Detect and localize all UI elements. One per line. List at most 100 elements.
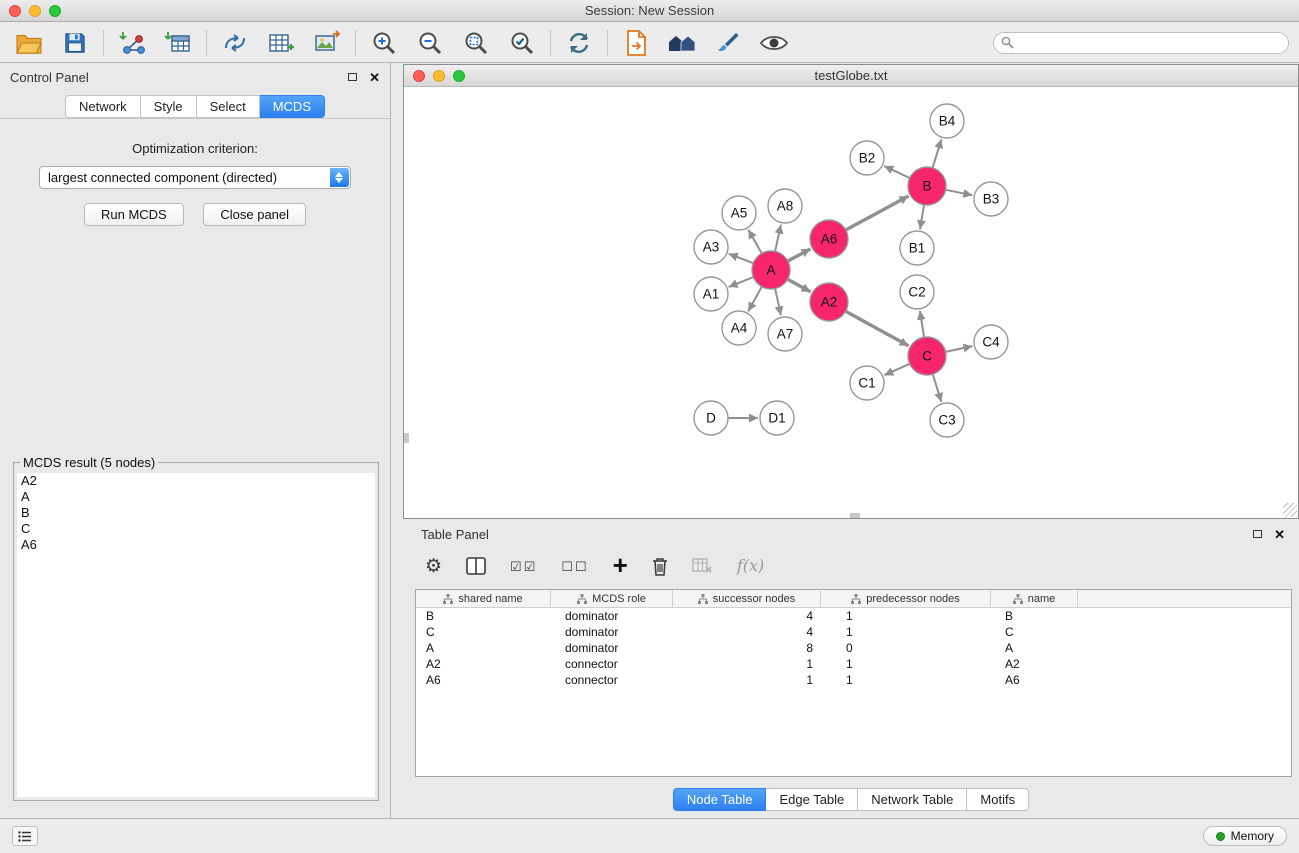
- node-C1[interactable]: C1: [850, 366, 884, 400]
- column-visibility-icon[interactable]: [466, 557, 486, 575]
- table-cell[interactable]: 8: [673, 641, 821, 655]
- edge-A6-B[interactable]: [846, 196, 909, 230]
- node-A7[interactable]: A7: [768, 317, 802, 351]
- table-cell[interactable]: A: [416, 641, 551, 655]
- zoom-in-icon[interactable]: [369, 29, 399, 57]
- edge-A-A3[interactable]: [729, 254, 754, 263]
- table-cell[interactable]: A: [991, 641, 1078, 655]
- result-item[interactable]: A6: [17, 537, 375, 553]
- table-cell[interactable]: 0: [821, 641, 991, 655]
- refresh-view-icon[interactable]: [564, 29, 594, 57]
- tab-style[interactable]: Style: [141, 95, 197, 118]
- zoom-out-icon[interactable]: [415, 29, 445, 57]
- table-cell[interactable]: C: [416, 625, 551, 639]
- minimize-view-button[interactable]: [433, 70, 445, 82]
- tab-select[interactable]: Select: [197, 95, 260, 118]
- maximize-view-button[interactable]: [453, 70, 465, 82]
- resize-grip-icon[interactable]: [1283, 503, 1297, 517]
- table-row[interactable]: Adominator80A: [416, 640, 1291, 656]
- tab-edge-table[interactable]: Edge Table: [766, 788, 858, 811]
- edge-C-C2[interactable]: [920, 311, 924, 337]
- delete-column-trash-icon[interactable]: [652, 557, 668, 576]
- table-cell[interactable]: dominator: [551, 609, 673, 623]
- table-cell[interactable]: 1: [821, 673, 991, 687]
- table-cell[interactable]: A2: [991, 657, 1078, 671]
- close-window-button[interactable]: [9, 5, 21, 17]
- edge-C-C1[interactable]: [884, 364, 909, 375]
- edge-B-B2[interactable]: [884, 166, 910, 178]
- dropdown-stepper-icon[interactable]: [330, 168, 349, 187]
- new-table-icon[interactable]: [266, 29, 296, 57]
- edge-A-A1[interactable]: [729, 277, 754, 287]
- table-cell[interactable]: A6: [991, 673, 1078, 687]
- table-cell[interactable]: connector: [551, 673, 673, 687]
- node-C2[interactable]: C2: [900, 275, 934, 309]
- zoom-fit-icon[interactable]: [461, 29, 491, 57]
- open-document-icon[interactable]: [621, 29, 651, 57]
- close-panel-button[interactable]: Close panel: [203, 203, 306, 226]
- column-header-predecessor-nodes[interactable]: predecessor nodes: [821, 590, 991, 607]
- add-column-icon[interactable]: +: [613, 552, 628, 578]
- export-image-icon[interactable]: [312, 29, 342, 57]
- memory-button[interactable]: Memory: [1203, 826, 1287, 846]
- table-settings-gear-icon[interactable]: ⚙: [425, 557, 442, 576]
- node-C4[interactable]: C4: [974, 325, 1008, 359]
- edge-A-A6[interactable]: [788, 249, 811, 261]
- node-D[interactable]: D: [694, 401, 728, 435]
- node-C[interactable]: C: [908, 337, 946, 375]
- tab-network[interactable]: Network: [65, 95, 141, 118]
- table-row[interactable]: A2connector11A2: [416, 656, 1291, 672]
- edge-A-A2[interactable]: [788, 279, 811, 292]
- table-cell[interactable]: 4: [673, 625, 821, 639]
- edge-B-B1[interactable]: [920, 205, 924, 229]
- show-panels-list-icon[interactable]: [12, 826, 38, 846]
- table-cell[interactable]: A2: [416, 657, 551, 671]
- maximize-window-button[interactable]: [49, 5, 61, 17]
- node-A3[interactable]: A3: [694, 230, 728, 264]
- node-A4[interactable]: A4: [722, 311, 756, 345]
- table-cell[interactable]: dominator: [551, 641, 673, 655]
- tab-network-table[interactable]: Network Table: [858, 788, 967, 811]
- result-item[interactable]: A2: [17, 473, 375, 489]
- table-cell[interactable]: 1: [673, 673, 821, 687]
- node-B[interactable]: B: [908, 167, 946, 205]
- node-C3[interactable]: C3: [930, 403, 964, 437]
- edge-A-A4[interactable]: [748, 287, 762, 312]
- tab-motifs[interactable]: Motifs: [967, 788, 1029, 811]
- table-row[interactable]: A6connector11A6: [416, 672, 1291, 688]
- node-A[interactable]: A: [752, 251, 790, 289]
- column-header-shared-name[interactable]: shared name: [416, 590, 551, 607]
- clear-selection-icon[interactable]: ☐☐: [561, 560, 588, 573]
- table-cell[interactable]: 1: [821, 625, 991, 639]
- table-cell[interactable]: 4: [673, 609, 821, 623]
- network-window-titlebar[interactable]: testGlobe.txt: [404, 65, 1298, 87]
- close-view-button[interactable]: [413, 70, 425, 82]
- node-A1[interactable]: A1: [694, 277, 728, 311]
- node-B4[interactable]: B4: [930, 104, 964, 138]
- zoom-selected-icon[interactable]: [507, 29, 537, 57]
- search-input[interactable]: [993, 32, 1289, 54]
- table-cell[interactable]: 1: [821, 657, 991, 671]
- edge-A-A5[interactable]: [748, 230, 761, 254]
- node-table[interactable]: shared nameMCDS rolesuccessor nodesprede…: [415, 589, 1292, 777]
- mcds-result-list[interactable]: A2ABCA6: [17, 473, 375, 797]
- edge-C-C4[interactable]: [946, 346, 973, 352]
- import-table-icon[interactable]: [163, 29, 193, 57]
- node-B3[interactable]: B3: [974, 182, 1008, 216]
- close-table-panel-icon[interactable]: ✕: [1274, 528, 1285, 541]
- result-item[interactable]: A: [17, 489, 375, 505]
- table-cell[interactable]: connector: [551, 657, 673, 671]
- result-item[interactable]: B: [17, 505, 375, 521]
- table-row[interactable]: Cdominator41C: [416, 624, 1291, 640]
- node-B2[interactable]: B2: [850, 141, 884, 175]
- edge-A-A8[interactable]: [775, 225, 781, 252]
- edge-B-B4[interactable]: [933, 139, 942, 168]
- table-row[interactable]: Bdominator41B: [416, 608, 1291, 624]
- network-canvas[interactable]: B4B2BB3A5A8A6B1A3AC2A1A2A4A7C4CC1C3DD1: [404, 87, 1298, 518]
- criterion-dropdown[interactable]: largest connected component (directed): [39, 166, 351, 189]
- table-cell[interactable]: B: [991, 609, 1078, 623]
- select-all-rows-icon[interactable]: ☑☑: [510, 560, 537, 573]
- table-cell[interactable]: A6: [416, 673, 551, 687]
- result-item[interactable]: C: [17, 521, 375, 537]
- tab-node-table[interactable]: Node Table: [673, 788, 767, 811]
